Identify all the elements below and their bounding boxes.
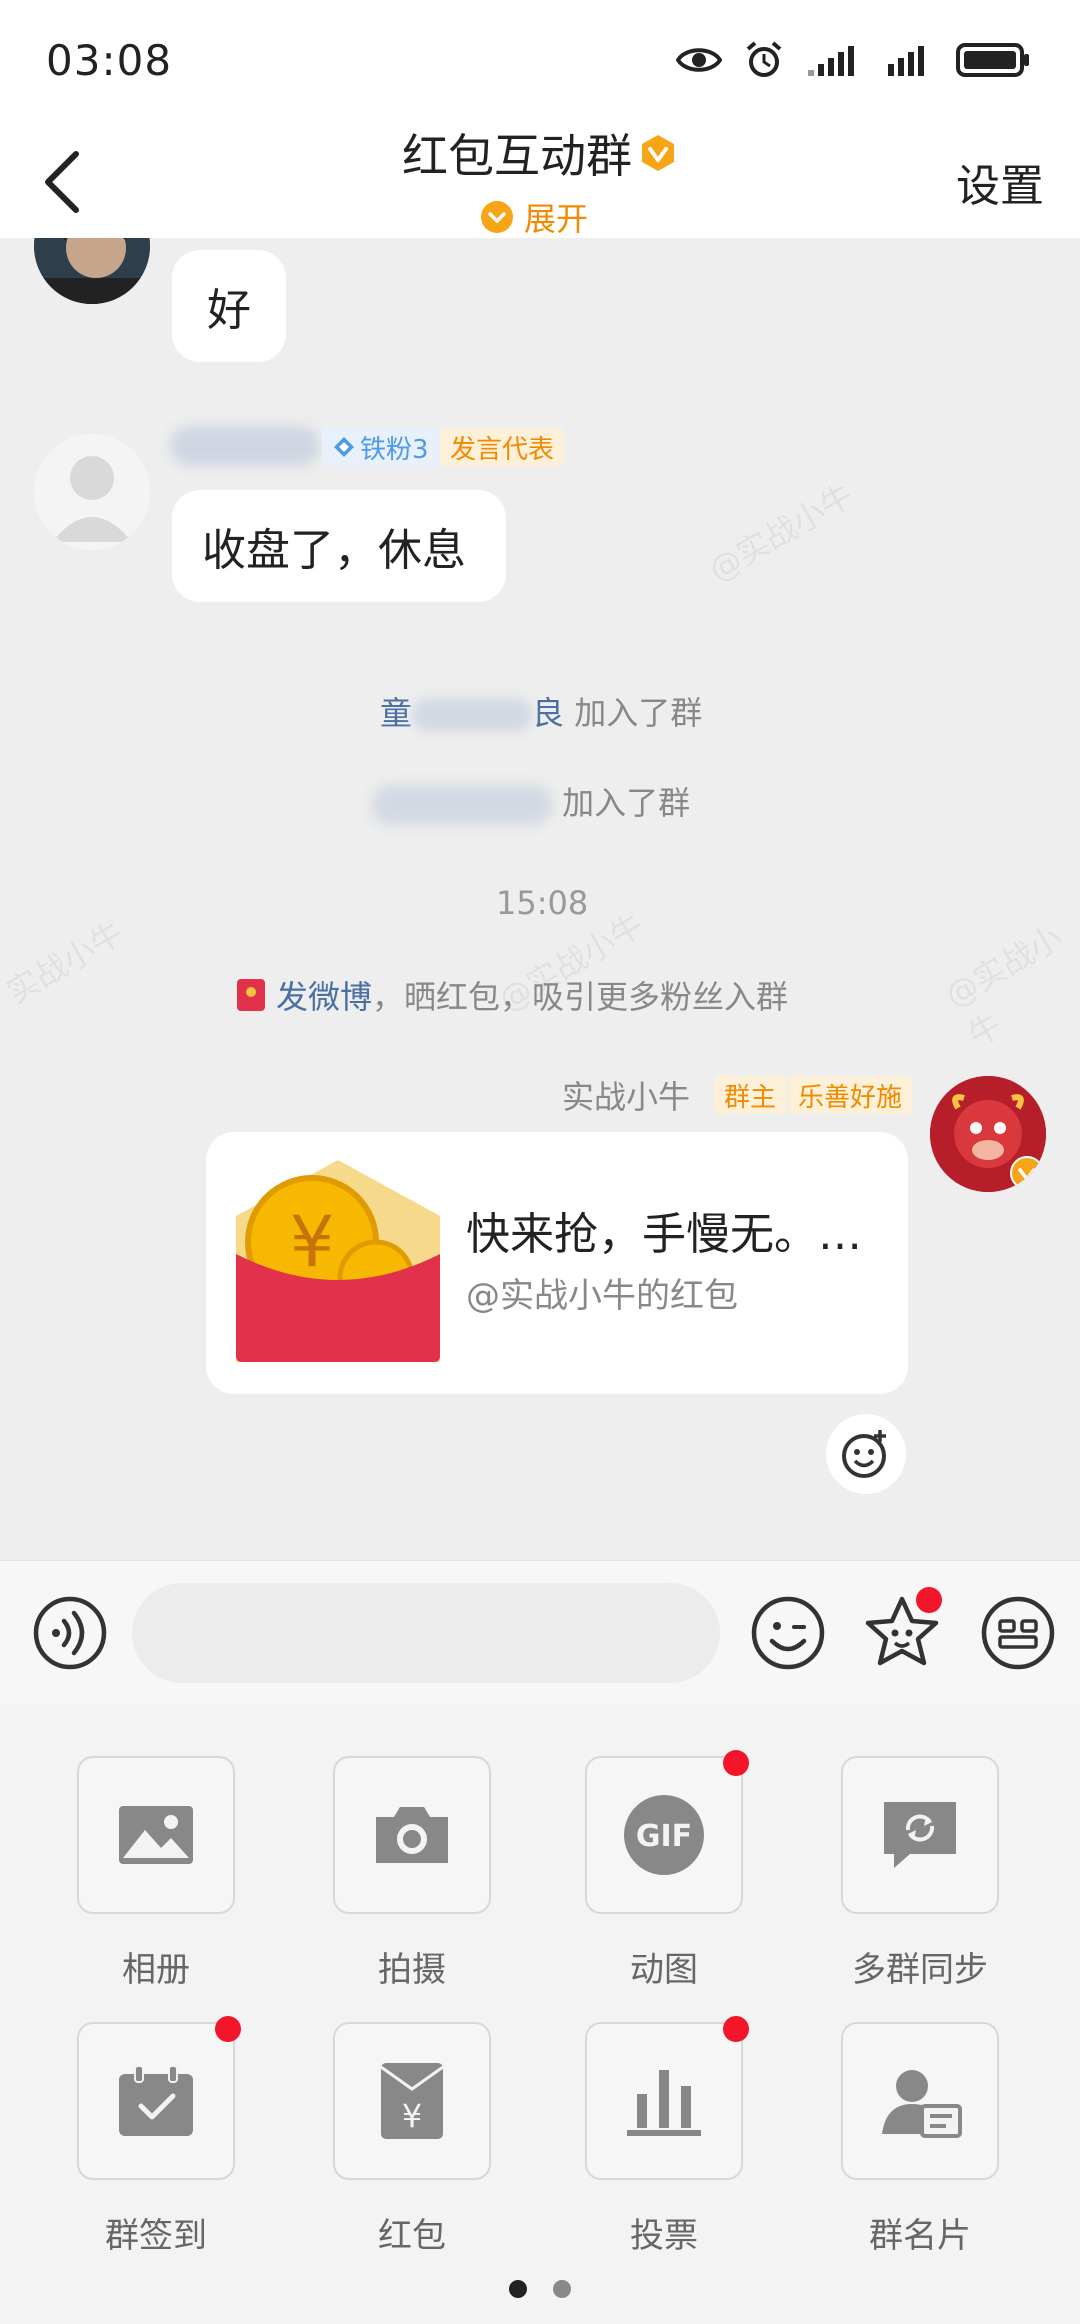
camera-icon: [376, 1807, 448, 1863]
tool-label: 动图: [630, 1950, 698, 1990]
tool-vote-box[interactable]: [585, 2016, 749, 2180]
verified-v-icon: [1010, 1156, 1044, 1190]
status-icons: [676, 40, 1032, 80]
tool-label: 群签到: [105, 2216, 207, 2256]
red-packet-small-icon: [237, 979, 265, 1011]
red-packet-card[interactable]: ¥ 快来抢，手慢无。… @实战小牛的红包: [206, 1132, 908, 1394]
diamond-icon: [334, 437, 354, 457]
page-indicator: [0, 2280, 1080, 2298]
owner-avatar[interactable]: [930, 1076, 1046, 1192]
signal-icon-1: [808, 46, 854, 76]
blurred-username: [372, 785, 552, 825]
red-packet-icon: ¥: [380, 2063, 444, 2139]
notification-dot: [723, 1750, 749, 1776]
red-packet-title: 快来抢，手慢无。…: [466, 1209, 862, 1260]
promo-notice: 发微博，晒红包，吸引更多粉丝入群: [236, 972, 788, 1018]
vote-icon: [627, 2070, 701, 2136]
svg-text:GIF: GIF: [636, 1819, 692, 1854]
eye-icon: [676, 48, 722, 72]
expand-label: 展开: [524, 200, 589, 238]
group-title-text: 红包互动群: [402, 129, 632, 183]
sender-name: 实战小牛: [562, 1078, 691, 1116]
gif-icon: GIF: [624, 1795, 704, 1875]
tool-gif-box[interactable]: GIF: [585, 1750, 749, 1914]
page-dot-active[interactable]: [509, 2280, 527, 2298]
more-apps-icon[interactable]: [978, 1593, 1058, 1673]
watermark: @实战小牛: [938, 917, 1069, 1055]
add-reaction-button[interactable]: [826, 1414, 906, 1494]
join-notice: 加入了群: [372, 778, 690, 825]
tool-label: 相册: [122, 1950, 190, 1990]
multi-group-sync-icon: [884, 1802, 956, 1868]
tool-label: 群名片: [869, 2216, 971, 2256]
tool-sync-box[interactable]: [841, 1756, 999, 1914]
voice-icon[interactable]: [30, 1593, 110, 1673]
nav-bar: 红包互动群 展开 设置: [0, 120, 1080, 238]
message-input[interactable]: [132, 1583, 720, 1683]
verified-v-badge-icon: [642, 135, 674, 171]
tool-group-card-box[interactable]: [841, 2022, 999, 2180]
tool-label: 多群同步: [852, 1950, 988, 1990]
svg-text:¥: ¥: [290, 1201, 335, 1283]
red-packet-subtitle: @实战小牛的红包: [466, 1276, 738, 1316]
tool-album-box[interactable]: [77, 1756, 235, 1914]
timestamp: 15:08: [496, 884, 589, 922]
charity-badge: 乐善好施: [788, 1076, 913, 1114]
message-bubble[interactable]: 好: [172, 250, 286, 362]
tool-multi-group-sync[interactable]: 多群同步: [840, 1756, 1000, 1991]
fan-level-badge: 铁粉3: [322, 428, 439, 466]
message-text: 好: [207, 285, 251, 336]
tool-gif[interactable]: GIF 动图: [584, 1750, 749, 1991]
page-dot[interactable]: [553, 2280, 571, 2298]
chat-area[interactable]: @实战小牛 实战小牛 @实战小牛 @实战小牛 好 铁粉3 发言代表 收盘了，休息…: [0, 238, 1080, 1560]
tool-label: 投票: [630, 2216, 698, 2256]
tool-red-packet-box[interactable]: ¥: [333, 2022, 491, 2180]
watermark: 实战小牛: [0, 914, 130, 1012]
add-emoji-icon: [842, 1430, 886, 1478]
watermark: @实战小牛: [702, 476, 860, 590]
tool-label: 拍摄: [378, 1950, 446, 1990]
notification-dot: [723, 2016, 749, 2042]
role-badge: 发言代表: [440, 428, 565, 466]
tool-label: 红包: [378, 2216, 446, 2256]
blurred-username: [170, 426, 320, 466]
avatar-default[interactable]: [34, 434, 150, 550]
avatar-photo: [34, 238, 150, 304]
svg-text:¥: ¥: [402, 2097, 422, 2135]
signal-icon-2: [888, 46, 924, 76]
avatar[interactable]: [34, 238, 150, 304]
message-bubble[interactable]: 收盘了，休息: [172, 490, 506, 602]
status-time: 03:08: [46, 36, 173, 85]
tool-group-card[interactable]: 群名片: [840, 2022, 1000, 2257]
owner-badge: 群主: [714, 1076, 787, 1114]
tools-panel: 相册 拍摄 GIF 动图 多群同步 群签到 ¥ 红包 投票 群名片: [0, 1704, 1080, 2324]
group-card-icon: [882, 2070, 962, 2138]
chevron-down-circle-icon: [481, 201, 513, 233]
alarm-icon: [746, 41, 782, 77]
notification-dot: [215, 2016, 241, 2042]
tool-red-packet[interactable]: ¥ 红包: [332, 2022, 492, 2257]
red-packet-coin-icon: ¥: [236, 1160, 440, 1362]
default-avatar-icon: [34, 434, 150, 550]
album-icon: [119, 1806, 193, 1864]
input-bar: [0, 1560, 1080, 1704]
tool-checkin-box[interactable]: [77, 2016, 241, 2180]
post-weibo-link[interactable]: 发微博: [276, 978, 372, 1016]
tool-vote[interactable]: 投票: [584, 2016, 749, 2257]
notification-dot: [916, 1587, 942, 1613]
emoji-icon[interactable]: [748, 1593, 828, 1673]
message-text: 收盘了，休息: [202, 525, 466, 576]
battery-icon: [956, 43, 1029, 77]
tool-album[interactable]: 相册: [76, 1756, 236, 1991]
group-checkin-icon: [119, 2065, 193, 2136]
tool-camera-box[interactable]: [333, 1756, 491, 1914]
group-title[interactable]: 红包互动群: [402, 120, 678, 186]
joined-user-link[interactable]: 童良: [380, 694, 564, 732]
settings-button[interactable]: 设置: [956, 150, 1044, 214]
expand-button[interactable]: 展开: [480, 194, 588, 240]
tool-camera[interactable]: 拍摄: [332, 1756, 492, 1991]
status-bar: 03:08: [0, 0, 1080, 120]
join-notice: 童良 加入了群: [380, 694, 703, 732]
tool-group-checkin[interactable]: 群签到: [76, 2016, 241, 2257]
